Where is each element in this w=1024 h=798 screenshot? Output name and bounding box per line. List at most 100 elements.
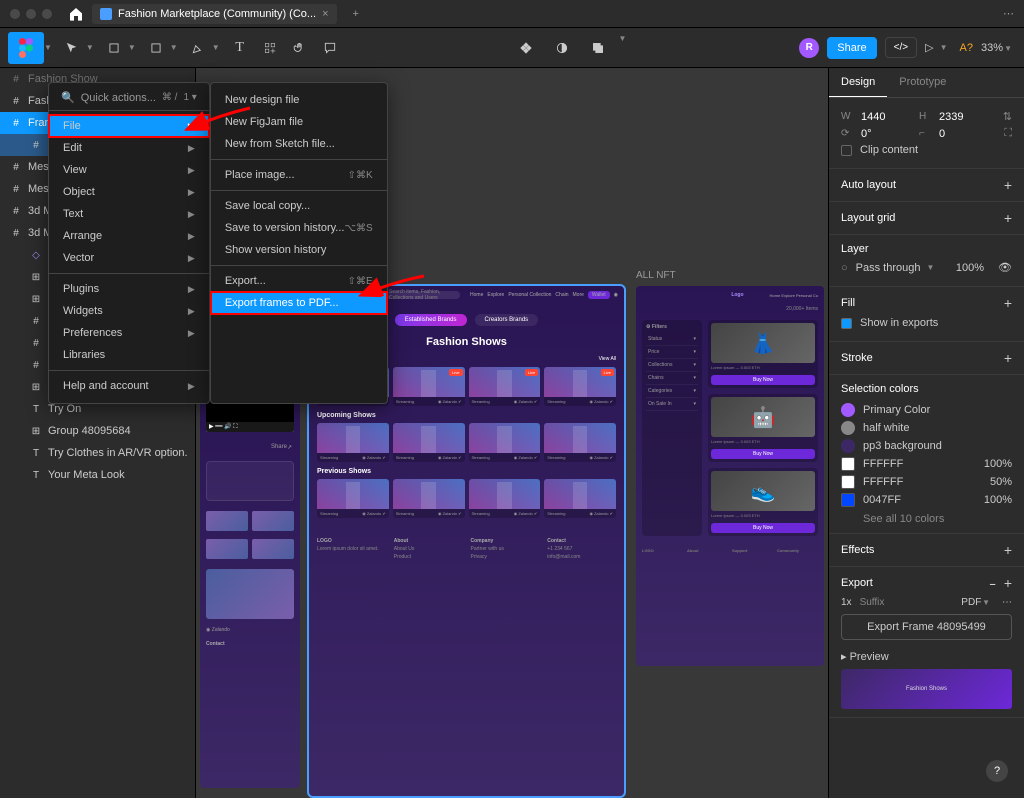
frame-all-nft[interactable]: ALL NFT Logo Home Explore Personal Co 20… [636, 286, 824, 666]
file-menu-show-version-history[interactable]: Show version history [211, 239, 387, 261]
hand-tool[interactable] [286, 34, 314, 62]
layer-item[interactable]: ⊞Group 48095684 [0, 420, 195, 442]
chevron-down-icon[interactable]: ▼ [44, 43, 52, 52]
layer-item[interactable]: TTry Clothes in AR/VR option. [0, 442, 195, 464]
constrain-icon[interactable]: ⇅ [1003, 110, 1012, 123]
design-panel: Design Prototype WH⇅ ⟳⌐⛶ Clip content Au… [828, 68, 1024, 798]
boolean-icon[interactable] [584, 34, 612, 62]
file-menu-export-[interactable]: Export...⇧⌘E [211, 270, 387, 292]
swatch-row[interactable]: FFFFFF50% [841, 475, 1012, 489]
remove-export[interactable]: − [989, 579, 995, 591]
pill-creators: Creators Brands [475, 314, 539, 326]
menu-item-view[interactable]: View▶ [49, 159, 209, 181]
pen-tool[interactable] [184, 34, 212, 62]
menu-item-text[interactable]: Text▶ [49, 203, 209, 225]
file-menu-save-to-version-history-[interactable]: Save to version history...⌥⌘S [211, 217, 387, 239]
search-bar: 🔍 Search items, Fashion, Collections and… [380, 291, 460, 299]
move-tool[interactable] [58, 34, 86, 62]
clip-content-label[interactable]: Clip content [860, 144, 918, 156]
dev-mode-button[interactable]: </> [885, 37, 917, 58]
file-menu-save-local-copy-[interactable]: Save local copy... [211, 195, 387, 217]
mask-icon[interactable] [548, 34, 576, 62]
menu-item-edit[interactable]: Edit▶ [49, 137, 209, 159]
quick-actions[interactable]: Quick actions... [81, 92, 156, 104]
text-tool[interactable]: T [226, 34, 254, 62]
blend-mode[interactable]: Pass through [856, 262, 921, 274]
tab-title: Fashion Marketplace (Community) (Co... [118, 8, 316, 20]
swatch-row[interactable]: 0047FF100% [841, 493, 1012, 507]
file-menu-new-figjam-file[interactable]: New FigJam file [211, 111, 387, 133]
show-exports-check[interactable] [841, 318, 852, 329]
frame-preview-left[interactable]: ▶ ━━ 🔊 ⛶ Share ↗ ◉ Zalando Contact [200, 378, 300, 788]
minimize-dot[interactable] [26, 9, 36, 19]
corner-input[interactable] [939, 128, 989, 140]
export-format[interactable]: PDF ▼ [961, 597, 994, 608]
play-icon[interactable]: ▷ [925, 41, 933, 54]
color-row[interactable]: half white [841, 421, 1012, 435]
opacity[interactable]: 100% [956, 262, 984, 274]
add-effect[interactable]: + [1004, 542, 1012, 558]
menu-item-arrange[interactable]: Arrange▶ [49, 225, 209, 247]
add-autolayout[interactable]: + [1004, 177, 1012, 193]
close-tab-icon[interactable]: × [322, 8, 328, 20]
main-menu[interactable]: 🔍Quick actions...⌘ /1 ▾ File▶Edit▶View▶O… [48, 82, 210, 404]
frame-tool[interactable] [100, 34, 128, 62]
menu-item-object[interactable]: Object▶ [49, 181, 209, 203]
rotation-input[interactable] [861, 128, 911, 140]
color-row[interactable]: pp3 background [841, 439, 1012, 453]
menu-item-plugins[interactable]: Plugins▶ [49, 278, 209, 300]
file-menu-export-frames-to-pdf-[interactable]: Export frames to PDF... [211, 292, 387, 314]
menu-item-libraries[interactable]: Libraries [49, 344, 209, 366]
figma-logo-icon [19, 38, 33, 58]
file-menu-new-from-sketch-file-[interactable]: New from Sketch file... [211, 133, 387, 155]
traffic-lights [10, 9, 52, 19]
add-stroke[interactable]: + [1004, 350, 1012, 366]
file-menu-place-image-[interactable]: Place image...⇧⌘K [211, 164, 387, 186]
toolbar: ▼ ▼ ▼ ▼ ▼ T ▼ R Share </> ▷▼ A? 33% ▼ [0, 28, 1024, 68]
layer-item[interactable]: TYour Meta Look [0, 464, 195, 486]
zoom-level[interactable]: 33% ▼ [981, 42, 1016, 54]
component-icon[interactable] [512, 34, 540, 62]
figma-file-icon [100, 8, 112, 20]
width-input[interactable] [861, 111, 911, 123]
share-label: Share [271, 444, 287, 451]
menu-item-help-and-account[interactable]: Help and account▶ [49, 375, 209, 397]
new-tab-button[interactable]: + [353, 8, 359, 20]
add-export[interactable]: + [1004, 575, 1012, 591]
file-tab[interactable]: Fashion Marketplace (Community) (Co... × [92, 4, 337, 24]
visibility-icon[interactable]: 👁 [998, 261, 1012, 274]
menu-item-file[interactable]: File▶ [49, 115, 209, 137]
close-dot[interactable] [10, 9, 20, 19]
home-icon[interactable] [68, 6, 84, 22]
more-icon[interactable]: ⋯ [1003, 7, 1014, 20]
menu-item-vector[interactable]: Vector▶ [49, 247, 209, 269]
file-menu-new-design-file[interactable]: New design file [211, 89, 387, 111]
height-input[interactable] [939, 111, 989, 123]
export-mult[interactable]: 1x [841, 597, 852, 608]
export-options-icon[interactable]: ⋯ [1002, 597, 1012, 608]
independent-corners-icon[interactable]: ⛶ [1004, 127, 1012, 140]
see-all-colors[interactable]: See all 10 colors [841, 513, 1012, 525]
pill-established: Established Brands [395, 314, 467, 326]
shape-tool[interactable] [142, 34, 170, 62]
swatch-row[interactable]: FFFFFF100% [841, 457, 1012, 471]
share-button[interactable]: Share [827, 37, 876, 59]
file-submenu[interactable]: New design fileNew FigJam fileNew from S… [210, 82, 388, 404]
resources-tool[interactable] [256, 34, 284, 62]
missing-fonts-badge[interactable]: A? [960, 42, 973, 54]
user-avatar[interactable]: R [799, 38, 819, 58]
add-fill[interactable]: + [1004, 295, 1012, 311]
tab-design[interactable]: Design [829, 68, 887, 97]
frame-label-nft: ALL NFT [636, 270, 676, 281]
color-row[interactable]: Primary Color [841, 403, 1012, 417]
maximize-dot[interactable] [42, 9, 52, 19]
export-button[interactable]: Export Frame 48095499 [841, 614, 1012, 640]
menu-item-preferences[interactable]: Preferences▶ [49, 322, 209, 344]
figma-menu-button[interactable] [8, 32, 44, 64]
add-grid[interactable]: + [1004, 210, 1012, 226]
menu-item-widgets[interactable]: Widgets▶ [49, 300, 209, 322]
export-preview: Fashion Shows [841, 669, 1012, 709]
tab-prototype[interactable]: Prototype [887, 68, 958, 97]
comment-tool[interactable] [316, 34, 344, 62]
help-button[interactable]: ? [986, 760, 1008, 782]
